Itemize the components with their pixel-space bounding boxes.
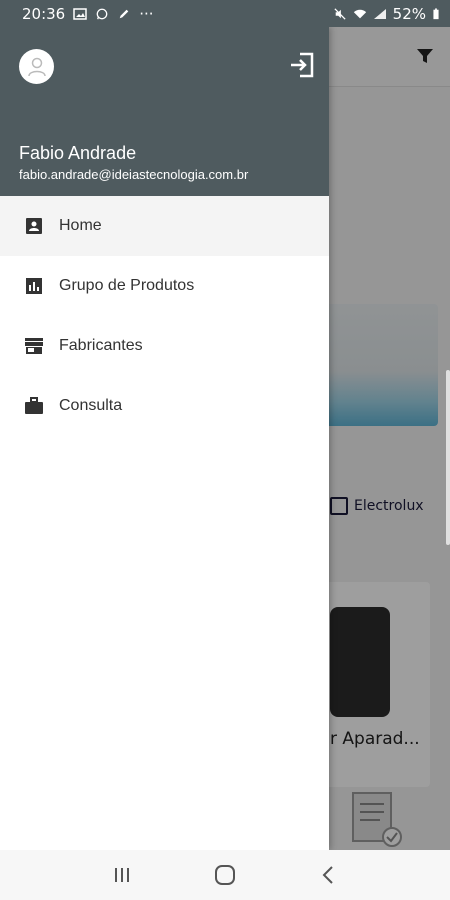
battery-icon [433, 7, 439, 19]
signal-icon [373, 8, 386, 19]
menu-item-grupo-de-produtos[interactable]: Grupo de Produtos [0, 256, 329, 316]
status-time: 20:36 [22, 4, 66, 23]
user-email: fabio.andrade@ideiastecnologia.com.br [19, 167, 249, 182]
menu-item-home[interactable]: Home [0, 196, 329, 256]
status-bar: 20:36 ··· 52% [0, 0, 450, 27]
more-notifications: ··· [139, 4, 154, 23]
menu-item-label: Fabricantes [59, 337, 143, 354]
home-button[interactable] [205, 855, 245, 895]
bar-chart-icon [24, 276, 44, 296]
home-icon [214, 865, 235, 885]
recent-apps-button[interactable] [102, 855, 142, 895]
briefcase-icon [24, 396, 44, 416]
menu-item-fabricantes[interactable]: Fabricantes [0, 316, 329, 376]
menu-item-label: Grupo de Produtos [59, 277, 195, 294]
wifi-icon [353, 9, 366, 18]
battery-percent: 52% [392, 4, 426, 23]
menu-item-consulta[interactable]: Consulta [0, 376, 329, 436]
avatar[interactable] [19, 49, 54, 84]
drawer-header: Fabio Andrade fabio.andrade@ideiastecnol… [0, 27, 329, 196]
menu-item-label: Consulta [59, 397, 123, 414]
menu-item-label: Home [59, 217, 102, 234]
drawer-menu: Home Grupo de Produtos Fabricantes Consu… [0, 196, 329, 436]
user-icon [27, 57, 46, 76]
gallery-icon [73, 7, 87, 20]
navigation-drawer: Fabio Andrade fabio.andrade@ideiastecnol… [0, 27, 329, 850]
back-button[interactable] [308, 855, 348, 895]
logout-icon [291, 52, 314, 78]
back-chevron-icon [322, 866, 334, 884]
whatsapp-icon [96, 8, 108, 19]
contact-card-icon [24, 216, 44, 236]
pencil-icon [119, 9, 129, 18]
user-name: Fabio Andrade [19, 143, 137, 163]
logout-button[interactable] [286, 49, 318, 81]
recent-apps-icon [114, 868, 129, 882]
system-nav-bar [0, 850, 450, 900]
scroll-handle[interactable] [446, 370, 450, 545]
store-icon [24, 336, 44, 356]
mute-icon [334, 7, 346, 20]
